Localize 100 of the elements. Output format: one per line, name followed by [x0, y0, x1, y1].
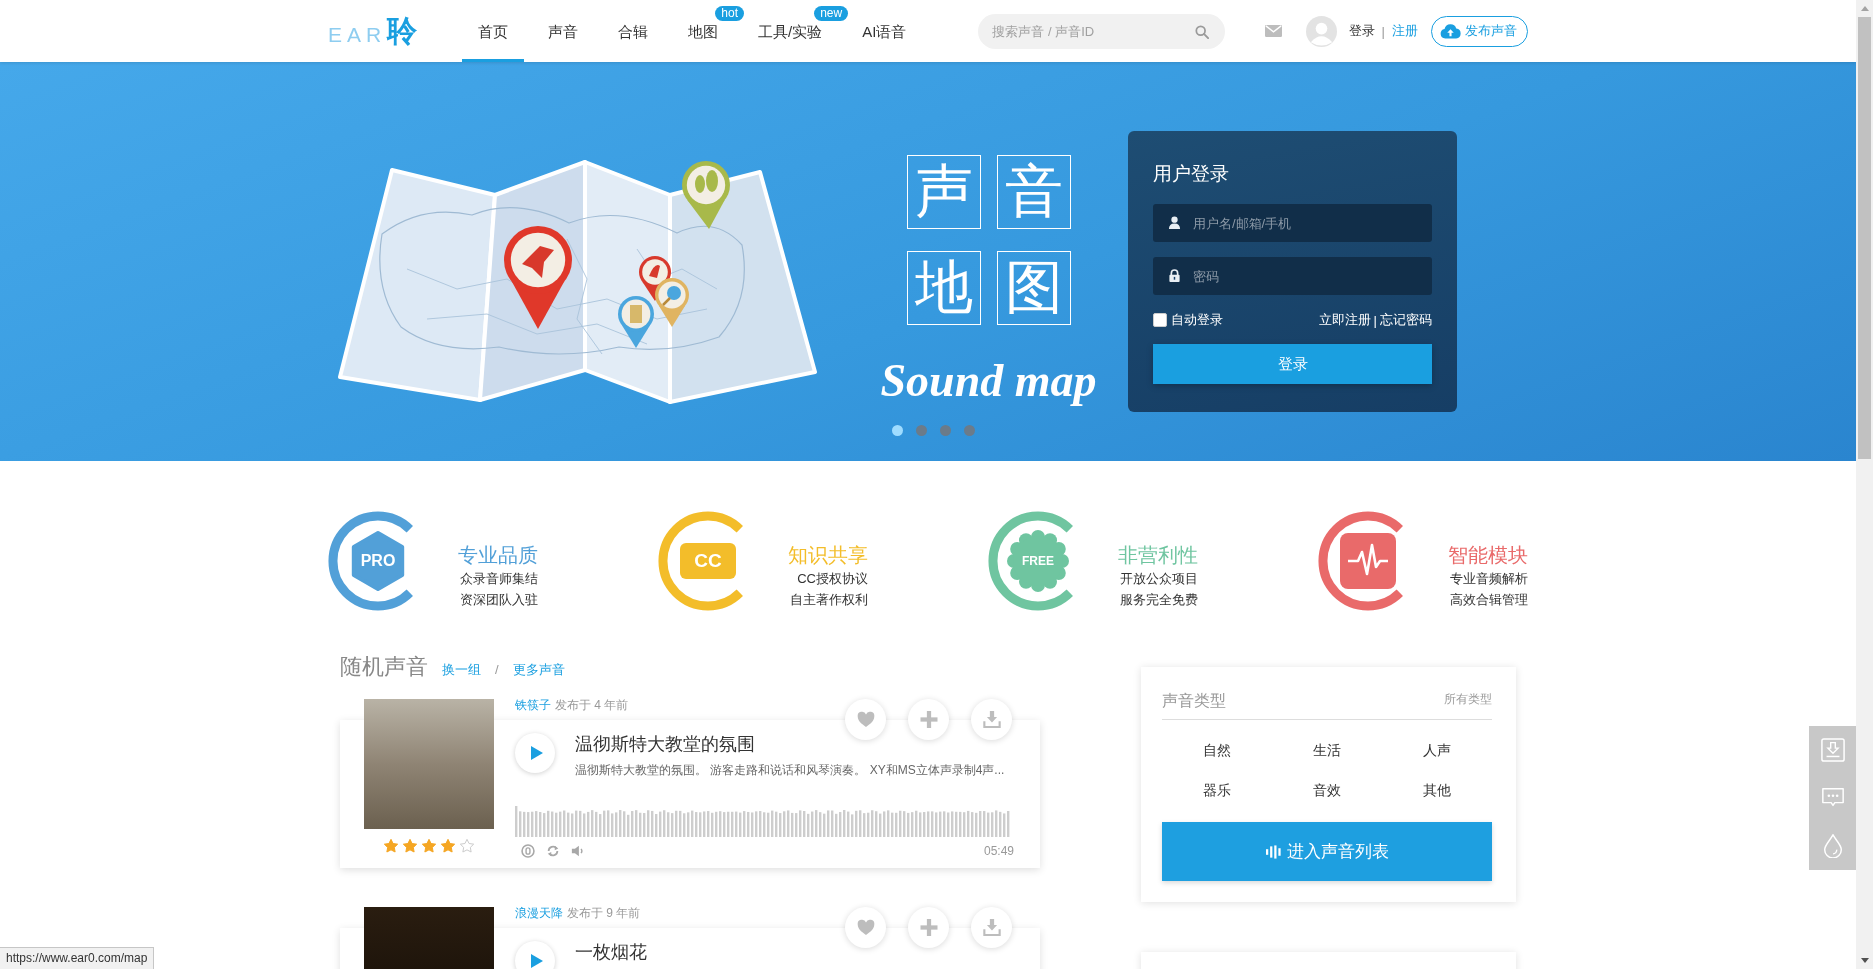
- feature-description: 服务完全免费: [1119, 591, 1198, 609]
- feature-title: 知识共享: [787, 543, 868, 568]
- add-button[interactable]: [908, 907, 949, 948]
- cloud-upload-icon: [1440, 23, 1461, 39]
- like-button[interactable]: [845, 699, 886, 740]
- carousel-dot[interactable]: [964, 425, 975, 436]
- carousel-dot[interactable]: [892, 425, 903, 436]
- star-icon: [440, 838, 456, 854]
- map-pin-icon: [655, 278, 689, 327]
- nav-badge: new: [814, 6, 849, 21]
- scroll-down-icon[interactable]: [1860, 958, 1869, 963]
- nav-tab[interactable]: 地图: [672, 23, 734, 62]
- sound-type-link[interactable]: 人声: [1423, 731, 1451, 771]
- sound-type-link[interactable]: 器乐: [1203, 771, 1231, 811]
- duration-text: 05:49: [983, 844, 1014, 858]
- banner-title-character: 图: [996, 251, 1071, 325]
- carousel-dot[interactable]: [940, 425, 951, 436]
- feature-description: 众录音师集结: [459, 570, 538, 588]
- banner-title-character: 声: [906, 155, 981, 229]
- carousel-dot[interactable]: [916, 425, 927, 436]
- nav-badge: hot: [715, 6, 744, 21]
- map-pin-icon: [618, 296, 654, 348]
- login-link[interactable]: 登录: [1348, 22, 1375, 40]
- play-button[interactable]: [515, 941, 555, 969]
- sound-type-link[interactable]: 其他: [1423, 771, 1451, 811]
- section-title: 随机声音: [340, 653, 428, 681]
- play-icon: [530, 954, 543, 968]
- heart-icon: [856, 919, 875, 936]
- play-icon: [530, 746, 543, 760]
- feature-title: 非营利性: [1117, 543, 1198, 568]
- password-field[interactable]: 密码: [1153, 257, 1432, 295]
- feature-title: 专业品质: [457, 543, 538, 568]
- feature-description: 专业音频解析: [1449, 570, 1528, 588]
- sound-title[interactable]: 一枚烟花: [575, 941, 647, 963]
- mail-icon[interactable]: [1264, 25, 1282, 37]
- banner-subtitle: Sound map: [880, 354, 1097, 408]
- sound-description: 温彻斯特大教堂的氛围。 游客走路和说话和风琴演奏。 XY和MS立体声录制4声...: [575, 762, 1005, 779]
- like-button[interactable]: [845, 907, 886, 948]
- plus-icon: [919, 919, 938, 936]
- link-status-text: https://www.ear0.com/map: [0, 947, 155, 969]
- sound-title[interactable]: 温彻斯特大教堂的氛围: [575, 733, 1005, 755]
- sound-type-link[interactable]: 生活: [1313, 731, 1341, 771]
- scroll-up-icon[interactable]: [1860, 6, 1869, 11]
- nav-tab[interactable]: AI语音: [846, 23, 923, 62]
- feature-description: 资深团队入驻: [459, 591, 538, 609]
- add-button[interactable]: [908, 699, 949, 740]
- scrollbar-thumb[interactable]: [1858, 17, 1871, 459]
- banner-title-character: 地: [906, 251, 981, 325]
- posted-time: 发布于 4 年前: [555, 697, 629, 713]
- download-icon: [982, 711, 1001, 728]
- play-button[interactable]: [515, 733, 555, 773]
- feature-description: 自主著作权利: [789, 591, 868, 609]
- download-icon[interactable]: [1820, 738, 1845, 762]
- search-field[interactable]: 搜索声音 / 声音ID: [978, 13, 1226, 49]
- download-icon: [982, 919, 1001, 936]
- sound-bars-icon: [1265, 844, 1281, 859]
- avatar-icon[interactable]: [1305, 15, 1337, 47]
- search-icon[interactable]: [1195, 24, 1210, 39]
- nav-tab[interactable]: 声音: [532, 23, 594, 62]
- download-button[interactable]: [971, 907, 1012, 948]
- panel-title: 声音类型: [1162, 691, 1226, 711]
- sound-type-link[interactable]: 音效: [1313, 771, 1341, 811]
- star-icon: [383, 838, 399, 854]
- nav-tab[interactable]: 工具/实验: [742, 23, 839, 62]
- user-icon: [1168, 216, 1181, 229]
- banner-title-character: 音: [996, 155, 1071, 229]
- feature-description: CC授权协议: [796, 570, 868, 588]
- feature-description: 开放公众项目: [1119, 570, 1198, 588]
- link-separator: |: [1381, 23, 1385, 39]
- posted-time: 发布于 9 年前: [567, 905, 641, 921]
- sound-type-link[interactable]: 自然: [1203, 731, 1231, 771]
- star-icon: [421, 838, 437, 854]
- lock-icon: [1168, 269, 1181, 282]
- flower-badge: FREE: [988, 511, 1088, 611]
- heart-icon: [856, 711, 875, 728]
- link-separator: /: [495, 662, 499, 677]
- forgot-password-link[interactable]: 忘记密码: [1380, 311, 1432, 329]
- username-field[interactable]: 用户名/邮箱/手机: [1153, 204, 1432, 242]
- plus-icon: [919, 711, 938, 728]
- volume-icon[interactable]: [571, 844, 585, 858]
- register-link[interactable]: 立即注册: [1318, 311, 1371, 329]
- download-button[interactable]: [971, 699, 1012, 740]
- link-separator: |: [1373, 312, 1377, 328]
- scrollbar-track[interactable]: [1856, 0, 1873, 969]
- nav-tab[interactable]: 合辑: [602, 23, 664, 62]
- auto-login-label: 自动登录: [1171, 311, 1223, 329]
- feature-title: 智能模块: [1447, 543, 1528, 568]
- map-pin-icon: [504, 226, 572, 329]
- star-icon: [402, 838, 418, 854]
- auto-login-checkbox[interactable]: [1153, 313, 1167, 327]
- photo-placeholder[interactable]: [364, 699, 494, 829]
- star-icon: [459, 838, 475, 854]
- circled-zero-icon[interactable]: [521, 844, 535, 858]
- hexagon-badge: PRO: [328, 511, 428, 611]
- feature-description: 高效合辑管理: [1449, 591, 1528, 609]
- login-title: 用户登录: [1153, 162, 1230, 186]
- rounded-square-badge: CC: [658, 511, 758, 611]
- repeat-icon[interactable]: [546, 844, 560, 858]
- waveform-drawing[interactable]: [515, 806, 1011, 837]
- map-pin-icon: [682, 161, 730, 229]
